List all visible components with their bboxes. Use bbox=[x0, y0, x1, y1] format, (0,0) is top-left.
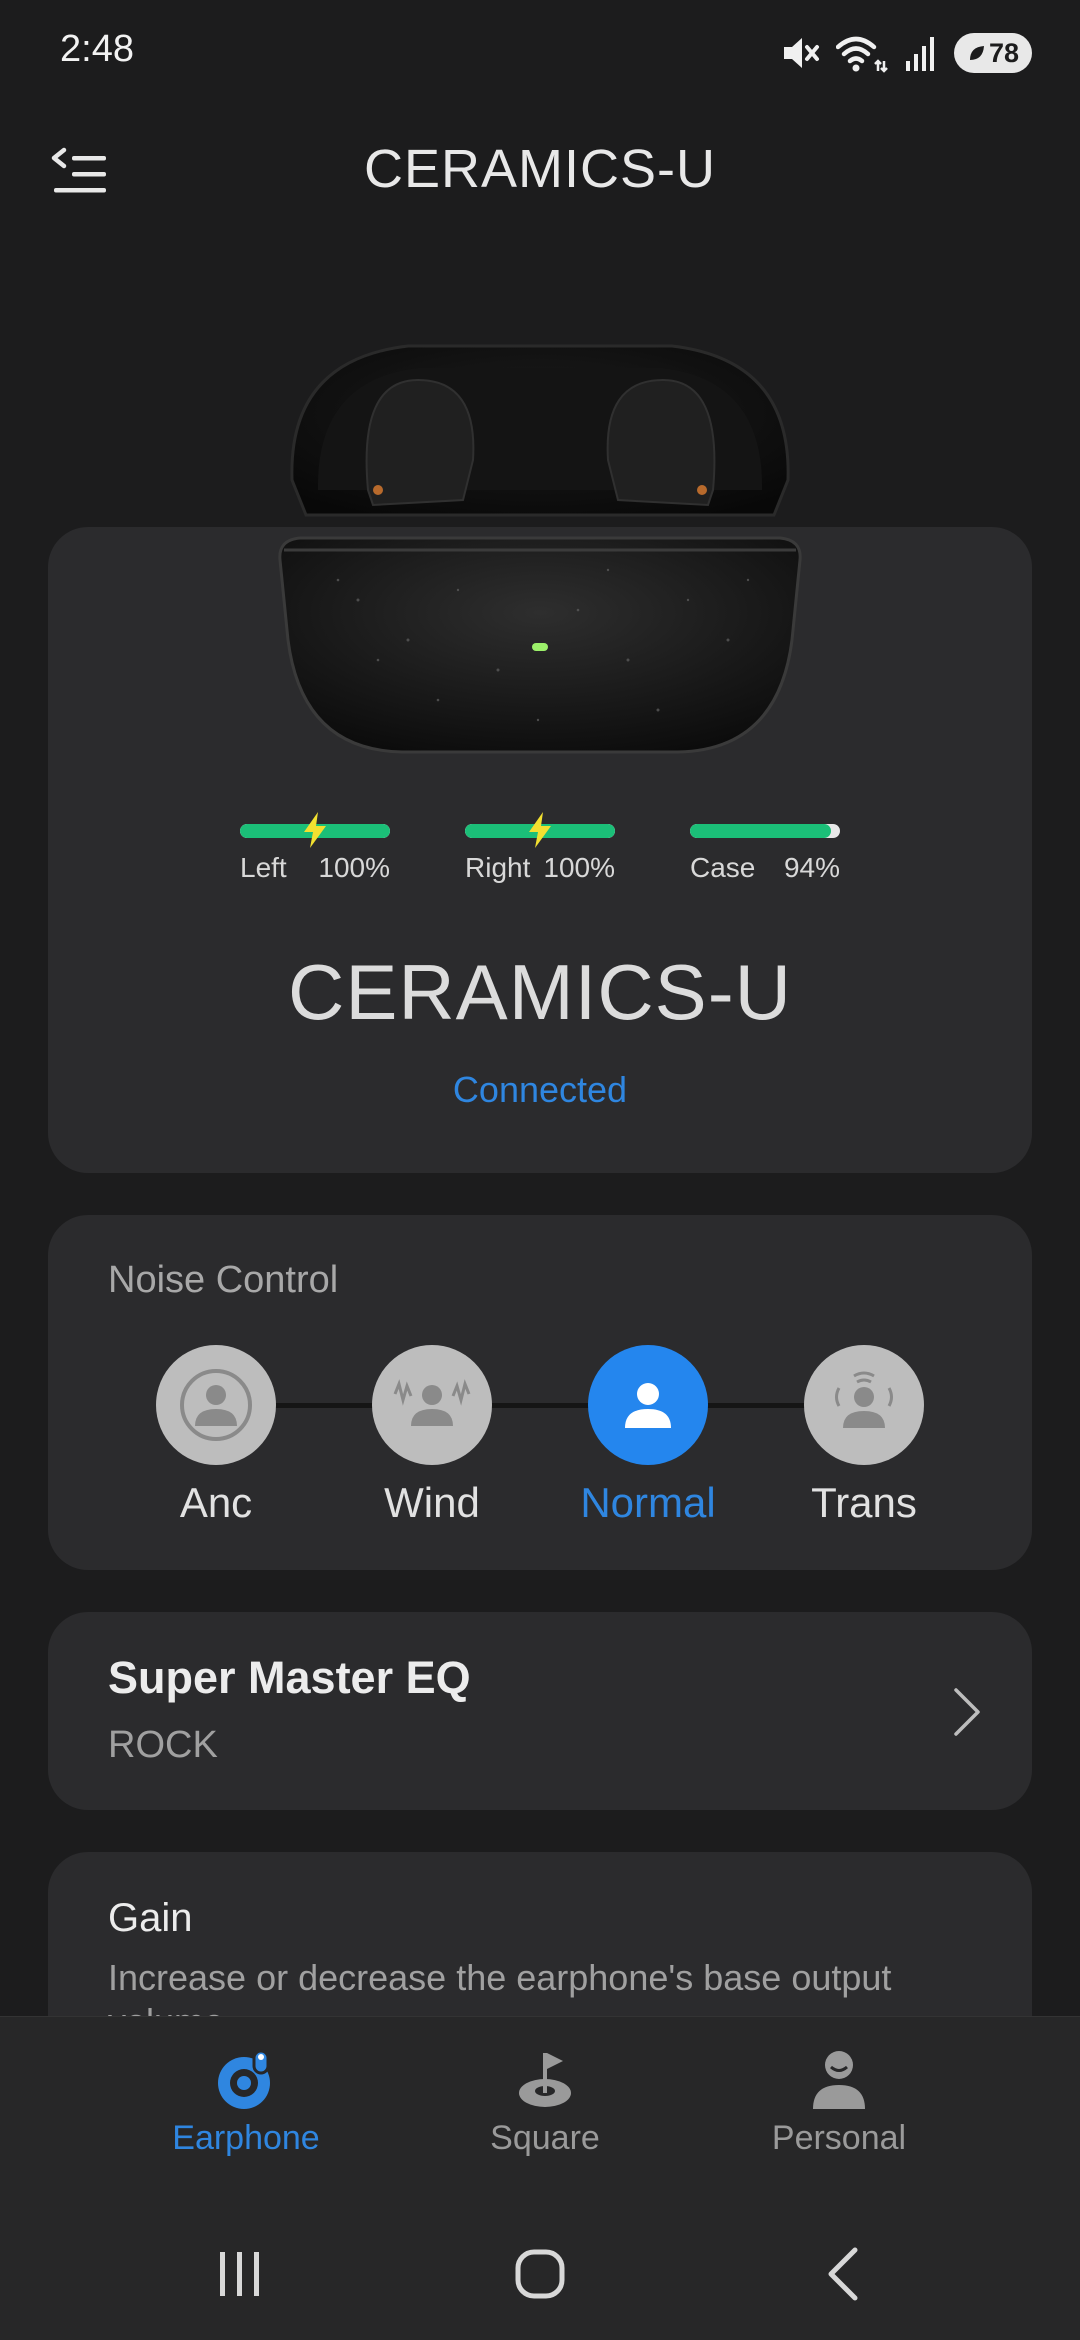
status-icons: 78 bbox=[780, 30, 1032, 76]
nav-personal-label: Personal bbox=[771, 2119, 907, 2157]
earphone-icon bbox=[218, 2049, 270, 2109]
status-time: 2:48 bbox=[60, 28, 134, 70]
eq-title: Super Master EQ bbox=[108, 1652, 471, 1703]
mode-wind[interactable]: Wind bbox=[332, 1345, 532, 1555]
mode-anc[interactable]: Anc bbox=[116, 1345, 316, 1555]
mode-transparency[interactable]: Trans bbox=[764, 1345, 964, 1555]
battery-right: Right 100% bbox=[465, 812, 615, 904]
chevron-right-icon bbox=[954, 1688, 980, 1736]
battery-case-percent: 94% bbox=[783, 852, 840, 883]
mode-normal-label: Normal bbox=[580, 1479, 716, 1526]
battery-left-percent: 100% bbox=[318, 852, 390, 883]
nav-earphone[interactable]: Earphone bbox=[126, 2047, 366, 2177]
recents-icon[interactable] bbox=[210, 2244, 270, 2304]
wind-icon bbox=[372, 1345, 492, 1465]
page-title: CERAMICS-U bbox=[363, 139, 716, 199]
battery-indicator: 78 bbox=[954, 33, 1032, 73]
status-bar: 2:48 78 bbox=[0, 0, 1080, 110]
app-header: CERAMICS-U bbox=[0, 110, 1080, 230]
personal-icon bbox=[813, 2051, 865, 2109]
earbuds-case-image bbox=[278, 344, 802, 754]
mode-wind-label: Wind bbox=[384, 1479, 480, 1526]
noise-control-card: Noise Control Anc Wind Normal Trans bbox=[48, 1215, 1032, 1570]
square-icon bbox=[519, 2053, 571, 2107]
signal-icon bbox=[906, 37, 934, 71]
battery-case-label: Case bbox=[690, 852, 756, 883]
noise-control-title: Noise Control bbox=[108, 1259, 339, 1301]
mode-transparency-label: Trans bbox=[811, 1479, 917, 1526]
bottom-nav: Earphone Square Personal bbox=[0, 2016, 1080, 2206]
mute-icon bbox=[784, 38, 819, 68]
back-icon[interactable] bbox=[815, 2244, 875, 2304]
nav-square-label: Square bbox=[490, 2119, 600, 2157]
battery-right-percent: 100% bbox=[543, 852, 615, 883]
battery-status: Left 100% Right 100% Case 94% bbox=[48, 812, 1032, 904]
mode-anc-label: Anc bbox=[179, 1479, 253, 1526]
system-nav-bar bbox=[0, 2206, 1080, 2340]
nav-personal[interactable]: Personal bbox=[719, 2047, 959, 2177]
anc-icon bbox=[156, 1345, 276, 1465]
battery-left-label: Left bbox=[240, 852, 287, 883]
charging-bolt-icon bbox=[529, 812, 551, 848]
eq-card[interactable]: Super Master EQ ROCK bbox=[48, 1612, 1032, 1810]
eq-preset-value: ROCK bbox=[108, 1724, 218, 1766]
nav-earphone-label: Earphone bbox=[172, 2119, 320, 2157]
wifi-icon bbox=[836, 36, 888, 73]
transparency-icon bbox=[804, 1345, 924, 1465]
nav-square[interactable]: Square bbox=[425, 2047, 665, 2177]
app-screen: 2:48 78 CERAMICS-U Left 100% Right 100% … bbox=[0, 0, 1080, 2340]
battery-case: Case 94% bbox=[690, 824, 840, 904]
charging-bolt-icon bbox=[304, 812, 326, 848]
battery-level: 78 bbox=[988, 37, 1020, 68]
device-name: CERAMICS-U bbox=[287, 948, 792, 1036]
gain-title: Gain bbox=[108, 1896, 193, 1940]
battery-left: Left 100% bbox=[240, 812, 390, 904]
home-icon[interactable] bbox=[510, 2244, 570, 2304]
mode-normal[interactable]: Normal bbox=[548, 1345, 748, 1555]
connection-status: Connected bbox=[452, 1069, 628, 1110]
battery-right-label: Right bbox=[465, 852, 531, 883]
battery-saver-icon bbox=[969, 46, 984, 60]
battery-case-level bbox=[690, 824, 831, 838]
normal-icon bbox=[588, 1345, 708, 1465]
